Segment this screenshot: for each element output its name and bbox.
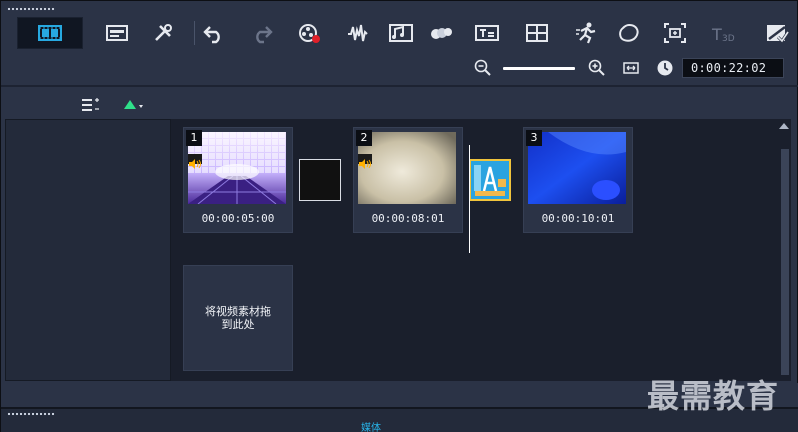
storyboard-view-button[interactable] (17, 17, 83, 49)
sound-mixer-button[interactable] (337, 17, 377, 49)
storyboard-view-icon (38, 25, 62, 41)
panel-divider (1, 85, 798, 87)
fit-window-icon (623, 62, 639, 74)
zoom-controls: 0:00:22:02 (1, 55, 798, 81)
zoom-in-icon (588, 59, 605, 76)
split-screen-icon (767, 25, 789, 44)
project-timecode[interactable]: 0:00:22:02 (682, 58, 784, 78)
clip-duration: 00:00:05:00 (201, 212, 275, 225)
sound-mixer-icon (348, 24, 368, 42)
timeline-view-button[interactable] (97, 17, 137, 49)
editor-window: T 3D 0:00:22:02 1 00:00:05:00 2 00:00:08… (0, 0, 798, 432)
undo-icon (203, 26, 220, 44)
subtitle-editor-button[interactable] (467, 17, 507, 49)
transition-slot-selected[interactable] (469, 159, 511, 201)
audio-speaker-icon (188, 154, 202, 169)
track-manager-button[interactable] (81, 97, 101, 111)
storyboard-clip-1[interactable]: 1 00:00:05:00 (183, 127, 293, 233)
record-capture-button[interactable] (289, 17, 329, 49)
pan-zoom-icon (664, 23, 686, 43)
zoom-in-button[interactable] (587, 58, 607, 78)
svg-text:T: T (711, 25, 722, 44)
library-tab-media[interactable]: 媒体 (361, 419, 381, 432)
record-capture-icon (299, 24, 320, 43)
project-duration-button[interactable] (655, 58, 675, 78)
transition-thumbnail (469, 159, 511, 201)
auto-music-icon (389, 24, 413, 42)
time-remapping-icon (576, 22, 596, 44)
mask-creator-icon (619, 23, 639, 42)
green-triangle-dropdown-icon (124, 100, 143, 109)
track-list-icon (82, 98, 99, 111)
transition-effect-icon (474, 165, 506, 196)
timeline-view-icon (106, 25, 128, 41)
zoom-out-icon (474, 59, 491, 76)
motion-tracking-button[interactable] (421, 17, 461, 49)
chapter-point-button[interactable] (123, 97, 147, 111)
scrollbar-thumb[interactable] (781, 149, 789, 375)
redo-icon (256, 26, 273, 44)
fit-project-button[interactable] (621, 58, 641, 78)
split-screen-button[interactable] (757, 17, 797, 49)
undo-button[interactable] (194, 17, 234, 49)
main-toolbar: T 3D (1, 15, 798, 53)
bottom-grip-handle[interactable] (7, 412, 55, 416)
clip-duration: 00:00:10:01 (541, 212, 615, 225)
watermark-text: 最需教育 (647, 377, 780, 415)
customize-toolbar-button[interactable] (144, 17, 184, 49)
scroll-up-arrow-icon[interactable] (779, 123, 789, 129)
toolbar-customize-icon (155, 24, 172, 41)
top-grip-handle[interactable] (7, 7, 55, 11)
storyboard-header-strip (171, 109, 791, 119)
mask-creator-button[interactable] (609, 17, 649, 49)
clip-index: 2 (356, 130, 372, 146)
track-header-panel (5, 119, 171, 381)
clock-icon (657, 60, 673, 76)
drop-insertion-line (469, 145, 470, 253)
auto-music-button[interactable] (381, 17, 421, 49)
motion-tracking-icon (431, 28, 452, 39)
multi-camera-button[interactable] (517, 17, 557, 49)
multi-camera-icon (526, 24, 548, 42)
transition-box (299, 159, 341, 201)
clip-duration: 00:00:08:01 (371, 212, 445, 225)
clip-thumbnail (188, 132, 286, 204)
clip-index: 1 (186, 130, 202, 146)
time-remapping-button[interactable] (567, 17, 607, 49)
3d-title-icon: T 3D (711, 25, 735, 44)
subtitle-editor-icon (475, 25, 499, 41)
redo-button[interactable] (242, 17, 282, 49)
clip-index: 3 (526, 130, 542, 146)
svg-text:3D: 3D (722, 34, 735, 44)
zoom-slider[interactable] (503, 67, 575, 70)
storyboard-vertical-scrollbar[interactable] (772, 119, 791, 381)
storyboard-area[interactable]: 1 00:00:05:00 2 00:00:08:01 3 00:00:10:0… (171, 119, 772, 381)
audio-speaker-icon (358, 154, 372, 169)
clip-thumbnail (358, 132, 456, 204)
zoom-out-button[interactable] (473, 58, 493, 78)
storyboard-clip-3[interactable]: 3 00:00:10:01 (523, 127, 633, 233)
pan-zoom-button[interactable] (655, 17, 695, 49)
3d-title-button[interactable]: T 3D (703, 17, 743, 49)
transition-slot-empty[interactable] (299, 159, 341, 201)
drop-clip-placeholder[interactable]: 将视频素材拖到此处 (183, 265, 293, 371)
left-panel-toolbar (5, 89, 171, 119)
storyboard-clip-2[interactable]: 2 00:00:08:01 (353, 127, 463, 233)
clip-thumbnail (528, 132, 626, 204)
